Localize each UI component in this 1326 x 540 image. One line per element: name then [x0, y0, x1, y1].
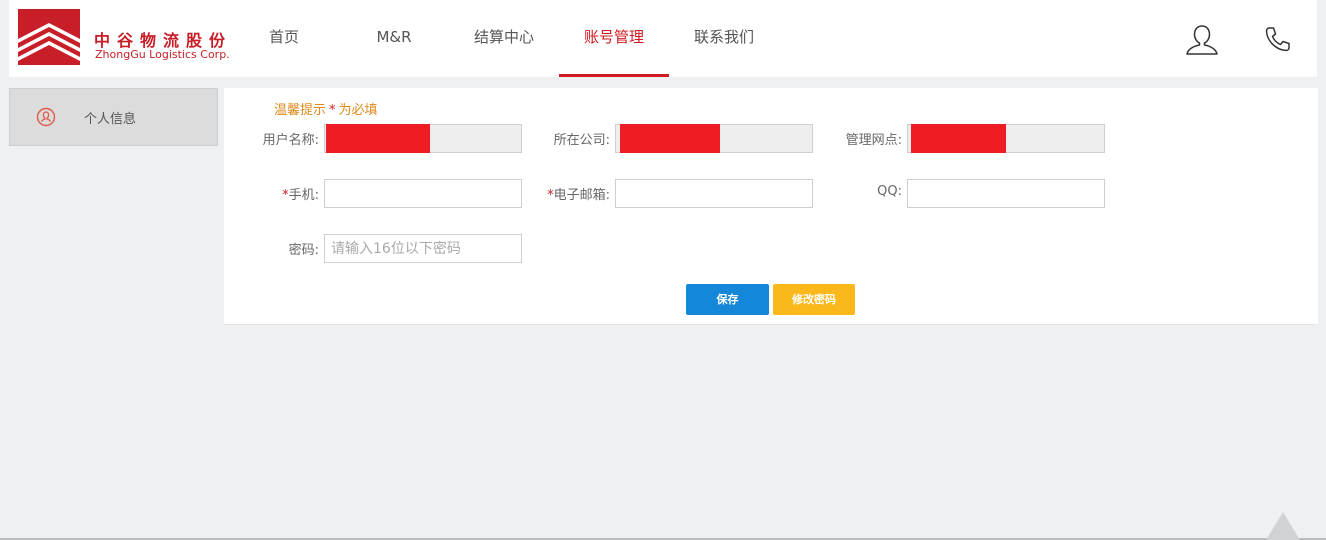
branch-label: 管理网点:	[845, 133, 902, 148]
qq-label: QQ:	[877, 184, 902, 199]
branch-redaction	[911, 124, 1006, 153]
company-label: 所在公司:	[553, 133, 610, 148]
change-password-button[interactable]: 修改密码	[773, 284, 855, 315]
scroll-to-top-icon[interactable]	[1264, 510, 1302, 540]
required-tip: 温馨提示 * 为必填	[274, 99, 378, 118]
phone-input[interactable]	[324, 179, 522, 208]
sidebar-item-label: 个人信息	[84, 112, 137, 127]
password-input[interactable]	[324, 234, 522, 263]
nav-contact-us[interactable]: 联系我们	[669, 0, 779, 77]
phone-label: *手机:	[282, 188, 319, 203]
qq-input[interactable]	[907, 179, 1105, 208]
nav-home[interactable]: 首页	[229, 0, 339, 77]
email-label: *电子邮箱:	[547, 188, 610, 203]
user-icon	[36, 107, 56, 127]
account-info-panel: 温馨提示 * 为必填 用户名称: 所在公司: 管理网点: *手机: *电子邮箱: Q…	[224, 88, 1318, 325]
tip-star: *	[329, 103, 336, 118]
user-icon[interactable]	[1185, 22, 1219, 56]
nav-mr[interactable]: M&R	[339, 0, 449, 77]
brand-name-en: ZhongGu Logistics Corp.	[95, 48, 230, 61]
company-redaction	[620, 124, 720, 153]
tip-prefix: 温馨提示	[274, 103, 327, 118]
brand-logo-icon	[18, 9, 80, 69]
nav-account-management[interactable]: 账号管理	[559, 0, 669, 77]
top-header: 中谷物流股份 ZhongGu Logistics Corp. 首页 M&R 结算…	[9, 0, 1317, 77]
email-input[interactable]	[615, 179, 813, 208]
password-label: 密码:	[288, 243, 319, 258]
username-label: 用户名称:	[262, 133, 319, 148]
brand-logo[interactable]: 中谷物流股份 ZhongGu Logistics Corp.	[18, 9, 258, 69]
phone-icon[interactable]	[1263, 24, 1293, 54]
sidebar-item-personal-info[interactable]: 个人信息	[9, 88, 218, 146]
nav-settlement-center[interactable]: 结算中心	[449, 0, 559, 77]
tip-suffix: 为必填	[338, 103, 378, 118]
username-redaction	[326, 124, 430, 153]
save-button[interactable]: 保存	[686, 284, 769, 315]
